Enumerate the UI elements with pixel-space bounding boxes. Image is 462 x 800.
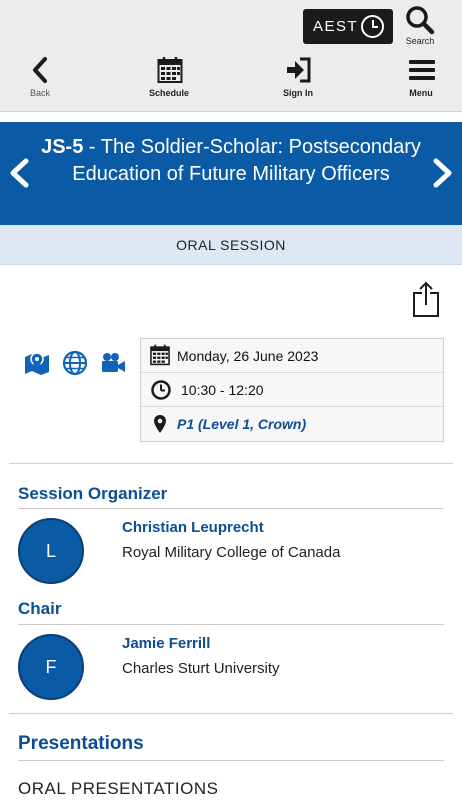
avatar[interactable]: F (18, 634, 84, 700)
sign-in-icon (287, 57, 311, 83)
session-type: ORAL SESSION (0, 225, 462, 265)
chair-heading: Chair (18, 599, 62, 618)
calendar-icon (150, 344, 170, 366)
session-date-row: Monday, 26 June 2023 (141, 339, 443, 373)
timezone-label: AEST (313, 18, 359, 35)
session-title-text: - The Soldier-Scholar: Postsecondary Edu… (72, 136, 421, 185)
chair-affiliation: Charles Sturt University (122, 660, 280, 677)
back-icon (33, 57, 47, 83)
search-icon (406, 6, 435, 35)
location-pin-icon (154, 415, 166, 433)
heading-underline (18, 760, 444, 761)
share-icon[interactable] (412, 280, 440, 318)
schedule-button[interactable]: Schedule (129, 56, 209, 100)
session-location-link[interactable]: P1 (Level 1, Crown) (177, 416, 306, 432)
heading-underline (18, 508, 444, 509)
back-button[interactable]: Back (0, 56, 80, 100)
session-organizer-heading: Session Organizer (18, 484, 168, 503)
globe-icon[interactable] (62, 350, 88, 376)
schedule-label: Schedule (148, 88, 189, 98)
section-divider (9, 463, 453, 464)
menu-button[interactable]: Menu (381, 56, 461, 100)
clock-icon (361, 15, 384, 38)
timezone-button[interactable]: AEST (303, 9, 393, 44)
organizer-affiliation: Royal Military College of Canada (122, 544, 341, 561)
session-time-row: 10:30 - 12:20 (141, 373, 443, 407)
chair-name-link[interactable]: Jamie Ferrill (122, 635, 210, 652)
session-title: JS-5 - The Soldier-Scholar: Postsecondar… (40, 134, 422, 188)
next-session-arrow-icon[interactable] (430, 158, 456, 188)
back-label: Back (29, 88, 50, 98)
search-label: Search (405, 36, 435, 46)
sign-in-button[interactable]: Sign In (258, 56, 338, 100)
hamburger-menu-icon (409, 60, 435, 80)
map-icon[interactable] (24, 350, 50, 376)
session-title-banner: JS-5 - The Soldier-Scholar: Postsecondar… (0, 122, 462, 225)
avatar[interactable]: L (18, 518, 84, 584)
session-location-row[interactable]: P1 (Level 1, Crown) (141, 407, 443, 441)
search-button[interactable]: Search (402, 5, 438, 47)
session-code: JS-5 (41, 136, 84, 158)
section-divider (9, 713, 453, 714)
calendar-icon (157, 57, 183, 83)
oral-presentations-heading: ORAL PRESENTATIONS (18, 779, 219, 798)
session-info-box: Monday, 26 June 2023 10:30 - 12:20 P1 (L… (140, 338, 444, 442)
session-time: 10:30 - 12:20 (181, 381, 264, 398)
video-camera-icon[interactable] (100, 350, 126, 376)
top-toolbar: AEST Search Back Schedule Sign In Menu (0, 0, 462, 112)
session-date: Monday, 26 June 2023 (177, 347, 319, 364)
heading-underline (18, 624, 444, 625)
organizer-name-link[interactable]: Christian Leuprecht (122, 519, 264, 536)
clock-icon (151, 380, 171, 400)
menu-label: Menu (409, 88, 433, 98)
presentations-heading: Presentations (18, 733, 144, 754)
previous-session-arrow-icon[interactable] (6, 158, 32, 188)
sign-in-label: Sign In (283, 88, 313, 98)
